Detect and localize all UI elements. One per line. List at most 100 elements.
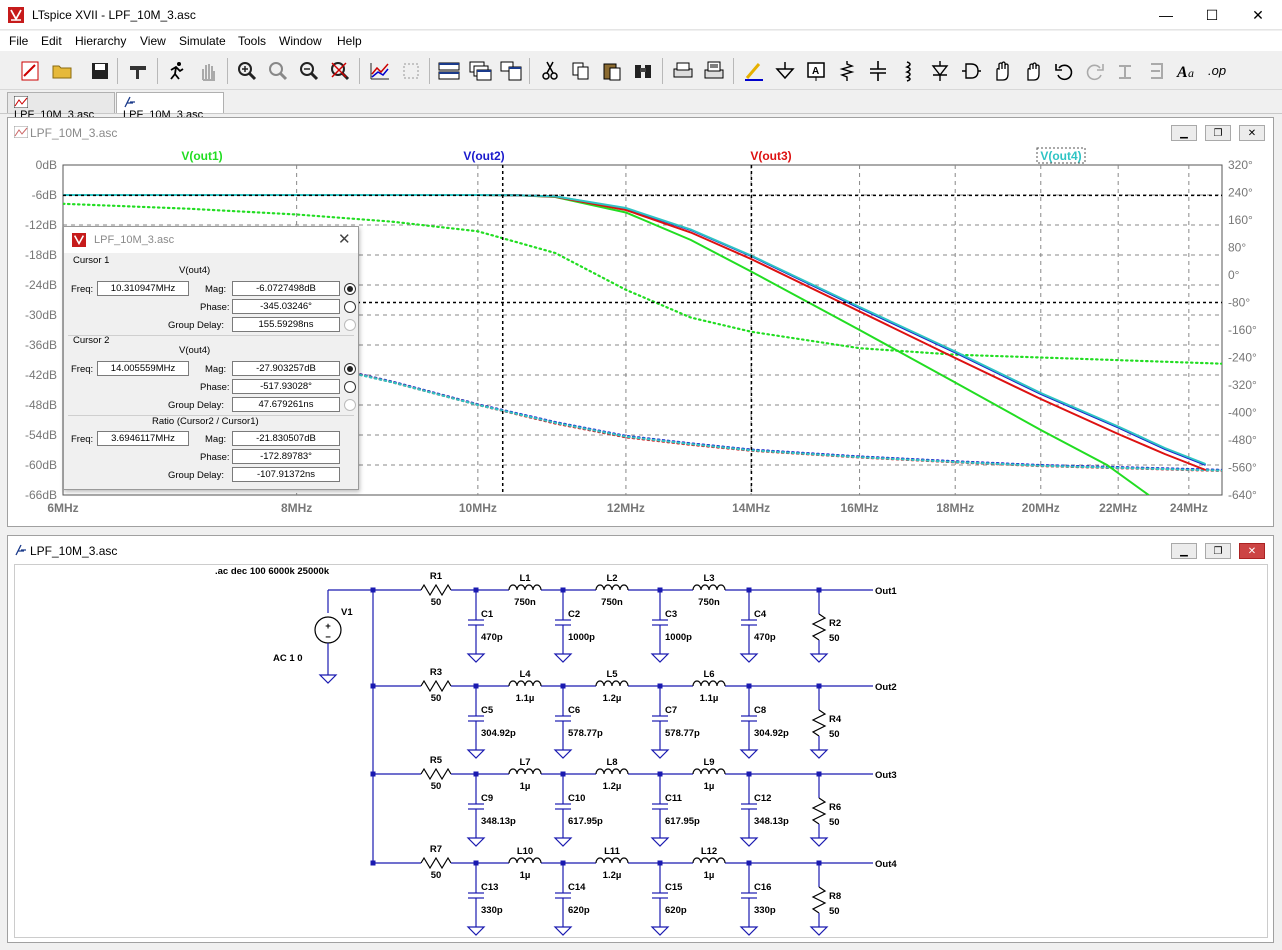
undo-icon[interactable] <box>1050 57 1078 85</box>
resistor-icon[interactable] <box>833 57 861 85</box>
redo-icon[interactable] <box>1081 57 1109 85</box>
y2-tick-label: 160° <box>1228 213 1253 227</box>
inductor-name: L3 <box>703 573 714 584</box>
cursor1-group-delay-field[interactable]: 155.59298ns <box>232 317 340 332</box>
tile-horizontal-icon[interactable] <box>435 57 463 85</box>
control-panel-icon[interactable] <box>124 57 152 85</box>
waveform-restore-button[interactable]: ❐ <box>1205 125 1231 141</box>
ground-symbol <box>553 653 573 663</box>
menu-window[interactable]: Window <box>279 34 322 48</box>
cursor2-mag-radio[interactable] <box>344 363 356 375</box>
ground-icon[interactable] <box>771 57 799 85</box>
capacitor-value: 578.77p <box>568 728 603 739</box>
menu-tools[interactable]: Tools <box>238 34 266 48</box>
cursor2-phase-field[interactable]: -517.93028° <box>232 379 340 394</box>
ground-symbol <box>650 837 670 847</box>
cursor2-mag-field[interactable]: -27.903257dB <box>232 361 340 376</box>
drag-icon[interactable] <box>1019 57 1047 85</box>
text-icon[interactable]: Aa <box>1174 57 1202 85</box>
resistor-value: 50 <box>829 633 840 644</box>
capacitor-icon[interactable] <box>864 57 892 85</box>
waveform-minimize-button[interactable]: ▁ <box>1171 125 1197 141</box>
label-net-icon[interactable]: A <box>802 57 830 85</box>
schematic-restore-button[interactable]: ❐ <box>1205 543 1231 559</box>
tile-vertical-icon[interactable] <box>497 57 525 85</box>
y2-tick-label: -240° <box>1228 351 1257 365</box>
schematic-minimize-button[interactable]: ▁ <box>1171 543 1197 559</box>
save-icon[interactable] <box>86 57 114 85</box>
inductor-icon[interactable] <box>895 57 923 85</box>
paste-icon[interactable] <box>598 57 626 85</box>
capacitor-value: 348.13p <box>754 816 789 827</box>
ratio-phase-field[interactable]: -172.89783° <box>232 449 340 464</box>
menu-edit[interactable]: Edit <box>41 34 62 48</box>
open-icon[interactable] <box>48 57 76 85</box>
move-icon[interactable] <box>988 57 1016 85</box>
ground-symbol <box>318 674 338 684</box>
cursor1-phase-field[interactable]: -345.03246° <box>232 299 340 314</box>
cursor1-freq-field[interactable]: 10.310947MHz <box>97 281 189 296</box>
ratio-freq-field[interactable]: 3.6946117MHz <box>97 431 189 446</box>
capacitor-value: 620p <box>665 905 687 916</box>
ground-symbol <box>739 926 759 936</box>
toolbar: A Aa .op <box>0 52 1282 90</box>
menu-file[interactable]: File <box>9 34 28 48</box>
halt-icon[interactable] <box>194 57 222 85</box>
autorange-icon[interactable] <box>366 57 394 85</box>
close-button[interactable]: ✕ <box>1235 0 1281 30</box>
draw-wire-icon[interactable] <box>740 57 768 85</box>
menu-help[interactable]: Help <box>337 34 362 48</box>
cascade-icon[interactable] <box>466 57 494 85</box>
diode-icon[interactable] <box>926 57 954 85</box>
print-setup-icon[interactable] <box>669 57 697 85</box>
ground-symbol <box>466 653 486 663</box>
capacitor-value: 578.77p <box>665 728 700 739</box>
pick-visible-icon[interactable] <box>397 57 425 85</box>
resistor-name: R3 <box>430 667 442 678</box>
ratio-group-delay-field[interactable]: -107.91372ns <box>232 467 340 482</box>
cursor2-group-delay-radio[interactable] <box>344 399 356 411</box>
find-icon[interactable] <box>629 57 657 85</box>
y2-tick-label: -640° <box>1228 488 1257 502</box>
maximize-button[interactable]: ☐ <box>1189 0 1235 30</box>
cursor1-mag-radio[interactable] <box>344 283 356 295</box>
resistor-name: R8 <box>829 891 841 902</box>
menu-hierarchy[interactable]: Hierarchy <box>75 34 126 48</box>
cursor1-mag-field[interactable]: -6.0727498dB <box>232 281 340 296</box>
schematic-close-button[interactable]: ✕ <box>1239 543 1265 559</box>
y2-tick-label: -560° <box>1228 461 1257 475</box>
ground-symbol <box>553 926 573 936</box>
spice-directive-icon[interactable]: .op <box>1205 57 1233 85</box>
resistor-symbol <box>420 856 452 870</box>
ltspice-logo-icon <box>72 233 86 247</box>
capacitor-value: 620p <box>568 905 590 916</box>
cursor2-phase-radio[interactable] <box>344 381 356 393</box>
zoom-out-icon[interactable] <box>295 57 323 85</box>
minimize-button[interactable]: — <box>1143 0 1189 30</box>
new-schematic-icon[interactable] <box>16 57 44 85</box>
mirror-icon[interactable] <box>1143 57 1171 85</box>
zoom-pan-icon[interactable] <box>264 57 292 85</box>
cursor2-freq-field[interactable]: 14.005559MHz <box>97 361 189 376</box>
print-icon[interactable] <box>700 57 728 85</box>
component-icon[interactable] <box>957 57 985 85</box>
tab-waveform[interactable]: LPF_10M_3.asc <box>7 92 115 121</box>
cursor1-group-delay-radio[interactable] <box>344 319 356 331</box>
schematic-canvas[interactable]: .ac dec 100 6000k 25000k + − V1 AC 1 0 R1 50 L1… <box>14 564 1268 938</box>
waveform-close-button[interactable]: ✕ <box>1239 125 1265 141</box>
cursor-dialog-close-icon[interactable]: ✕ <box>338 230 351 248</box>
menu-view[interactable]: View <box>140 34 166 48</box>
zoom-in-icon[interactable] <box>233 57 261 85</box>
tab-schematic[interactable]: LPF_10M_3.asc <box>116 92 224 121</box>
run-icon[interactable] <box>163 57 191 85</box>
copy-icon[interactable] <box>567 57 595 85</box>
zoom-fit-icon[interactable] <box>326 57 354 85</box>
menu-simulate[interactable]: Simulate <box>179 34 226 48</box>
schematic-drawing[interactable]: .ac dec 100 6000k 25000k +− V1 AC 1 0 R1 50 L1… <box>15 565 1269 939</box>
cursor1-phase-radio[interactable] <box>344 301 356 313</box>
cursor2-group-delay-field[interactable]: 47.679261ns <box>232 397 340 412</box>
ground-symbol <box>739 653 759 663</box>
rotate-icon[interactable] <box>1112 57 1140 85</box>
cut-icon[interactable] <box>536 57 564 85</box>
ratio-mag-field[interactable]: -21.830507dB <box>232 431 340 446</box>
